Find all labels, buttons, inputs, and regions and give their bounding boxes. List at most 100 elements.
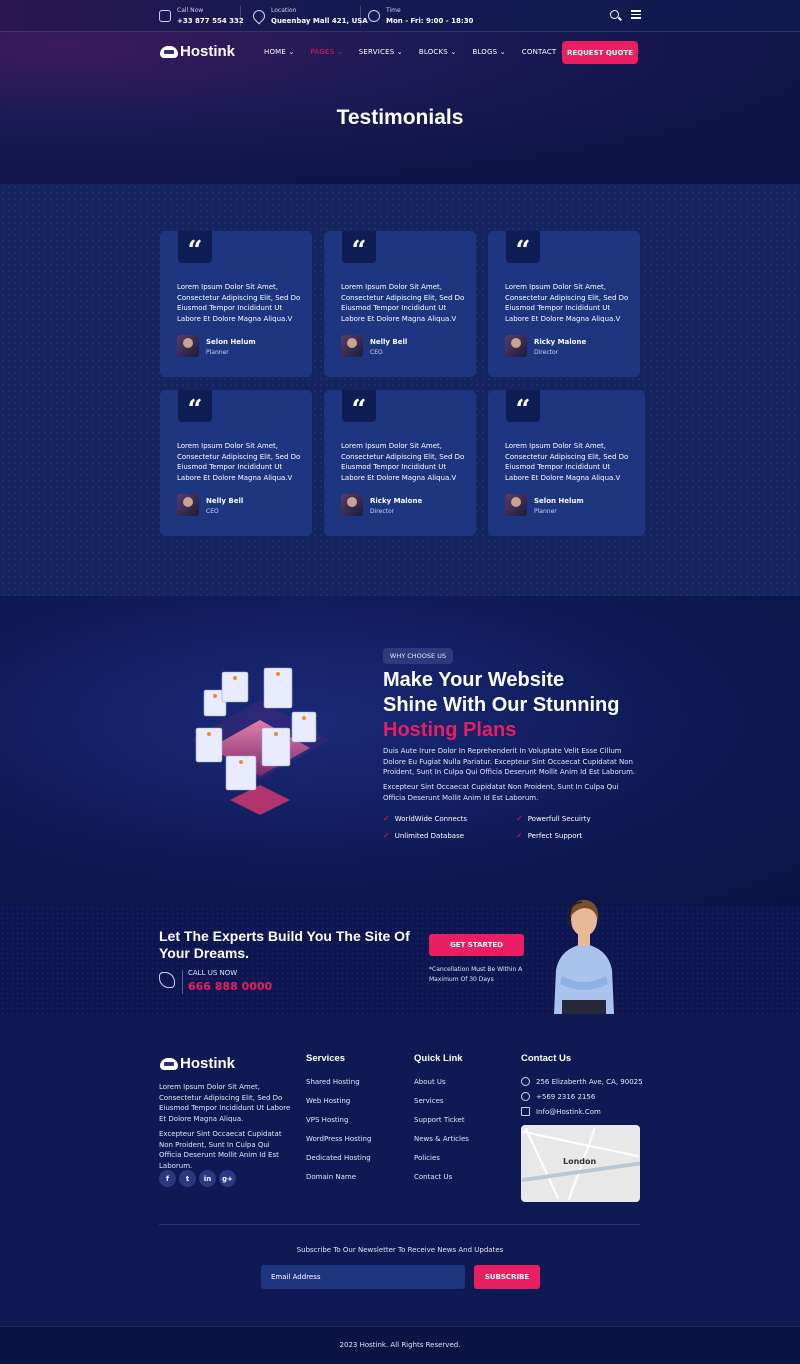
testimonial-card: “ Lorem Ipsum Dolor Sit Amet, Consectetu… [160, 231, 312, 377]
footer-link[interactable]: Dedicated Hosting [306, 1154, 371, 1162]
map-label: London [563, 1157, 597, 1166]
google-plus-icon[interactable]: g+ [219, 1170, 236, 1187]
feature-item: ✓ Unlimited Database [383, 831, 465, 840]
divider [159, 1224, 640, 1225]
divider [240, 6, 241, 26]
testimonial-text: Lorem Ipsum Dolor Sit Amet, Consectetur … [177, 442, 301, 482]
call-number[interactable]: 666 888 0000 [188, 980, 272, 993]
avatar [341, 335, 363, 357]
quote-icon: “ [178, 231, 212, 264]
person-role: Director [534, 349, 559, 356]
menu-icon[interactable] [631, 10, 641, 19]
person-role: Director [370, 508, 395, 515]
feature-item: ✓ Perfect Support [516, 831, 583, 840]
testimonial-text: Lorem Ipsum Dolor Sit Amet, Consectetur … [505, 283, 629, 323]
footer-link[interactable]: News & Articles [414, 1135, 469, 1143]
get-started-button[interactable]: GET STARTED [429, 934, 524, 956]
twitter-icon[interactable]: t [179, 1170, 196, 1187]
person-role: Planner [534, 508, 557, 515]
section-title: Make Your Website Shine With Our Stunnin… [383, 669, 620, 741]
newsletter-text: Subscribe To Our Newsletter To Receive N… [296, 1246, 504, 1254]
call-label: Call Now [177, 7, 204, 14]
quote-icon: “ [506, 390, 540, 423]
cta-title: Let The Experts Build You The Site Of Yo… [159, 928, 410, 961]
search-icon[interactable] [610, 10, 619, 19]
contact-email[interactable]: Info@Hostink.Com [521, 1107, 601, 1116]
person-name: Nelly Bell [206, 497, 244, 505]
footer-link[interactable]: Services [414, 1097, 444, 1105]
contact-address: 256 Elizaberth Ave, CA, 90025 [521, 1077, 643, 1086]
servers-illustration [190, 667, 330, 815]
section-badge: WHY CHOOSE US [383, 648, 453, 664]
testimonial-text: Lorem Ipsum Dolor Sit Amet, Consectetur … [341, 283, 465, 323]
phone-icon [159, 10, 171, 22]
nav-home[interactable]: HOME ⌄ [264, 48, 295, 56]
map[interactable]: London [521, 1125, 640, 1202]
cta-note: *Cancellation Must Be Within A Maximum O… [429, 966, 523, 983]
page-title: Testimonials [336, 106, 464, 129]
footer-link[interactable]: Shared Hosting [306, 1078, 360, 1086]
avatar [341, 494, 363, 516]
avatar [505, 494, 527, 516]
call-info: Call Now +33 877 554 332 [159, 6, 244, 26]
top-info-bar: Call Now +33 877 554 332 Location Queenb… [0, 0, 800, 32]
check-icon: ✓ [516, 814, 523, 823]
location-icon [250, 7, 268, 25]
testimonial-text: Lorem Ipsum Dolor Sit Amet, Consectetur … [341, 442, 465, 482]
check-icon: ✓ [383, 831, 390, 840]
nav-services[interactable]: SERVICES ⌄ [359, 48, 403, 56]
nav-pages[interactable]: PAGES ⌄ [311, 48, 343, 56]
services-heading: Services [306, 1053, 346, 1064]
nav-blogs[interactable]: BLOGS ⌄ [472, 48, 505, 56]
person-role: CEO [370, 349, 383, 356]
newsletter-email-input[interactable] [261, 1265, 465, 1289]
footer-link[interactable]: WordPress Hosting [306, 1135, 371, 1143]
quote-icon: “ [178, 390, 212, 423]
clock-icon [368, 10, 380, 22]
mail-icon [521, 1107, 530, 1116]
person-name: Ricky Malone [534, 338, 587, 346]
testimonial-card: “ Lorem Ipsum Dolor Sit Amet, Consectetu… [488, 390, 645, 536]
testimonial-text: Lorem Ipsum Dolor Sit Amet, Consectetur … [505, 442, 629, 482]
person-name: Ricky Malone [370, 497, 423, 505]
footer-about: Excepteur Sint Occaecat Cupidatat Non Pr… [159, 1130, 282, 1170]
person-name: Selon Helum [206, 338, 256, 346]
footer-link[interactable]: Domain Name [306, 1173, 356, 1181]
footer-about: Lorem Ipsum Dolor Sit Amet, Consectetur … [159, 1083, 291, 1123]
testimonial-card: “ Lorem Ipsum Dolor Sit Amet, Consectetu… [488, 231, 640, 377]
section-paragraph: Excepteur Sint Occaecat Cupidatat Non Pr… [383, 783, 619, 802]
logo-text: Hostink [180, 1055, 236, 1072]
location-label: Location [271, 7, 297, 14]
footer-link[interactable]: VPS Hosting [306, 1116, 348, 1124]
quick-link-heading: Quick Link [414, 1053, 463, 1064]
time-label: Time [386, 7, 401, 14]
footer-link[interactable]: About Us [414, 1078, 446, 1086]
call-label: CALL US NOW [188, 969, 238, 977]
divider [182, 970, 183, 994]
request-quote-button[interactable]: REQUEST QUOTE [562, 41, 638, 64]
nav-blocks[interactable]: BLOCKS ⌄ [419, 48, 457, 56]
avatar [505, 335, 527, 357]
call-value[interactable]: +33 877 554 332 [177, 16, 244, 26]
contact-phone[interactable]: +569 2316 2156 [521, 1092, 595, 1101]
logo[interactable]: Hostink [160, 43, 235, 60]
testimonial-text: Lorem Ipsum Dolor Sit Amet, Consectetur … [177, 283, 301, 323]
footer-logo[interactable]: Hostink [160, 1055, 235, 1072]
footer-link[interactable]: Support Ticket [414, 1116, 465, 1124]
phone-icon [521, 1092, 530, 1101]
person-name: Nelly Bell [370, 338, 408, 346]
footer-link[interactable]: Contact Us [414, 1173, 452, 1181]
linkedin-icon[interactable]: in [199, 1170, 216, 1187]
subscribe-button[interactable]: SUBSCRIBE [474, 1265, 540, 1289]
nav-contact[interactable]: CONTACT [522, 48, 557, 56]
feature-item: ✓ WorldWide Connects [383, 814, 468, 823]
copyright: 2023 Hostink. All Rights Reserved. [339, 1341, 461, 1349]
facebook-icon[interactable]: f [159, 1170, 176, 1187]
footer-link[interactable]: Policies [414, 1154, 440, 1162]
time-value: Mon - Fri: 9:00 - 18:30 [386, 17, 474, 25]
location-icon [521, 1077, 530, 1086]
time-info: Time Mon - Fri: 9:00 - 18:30 [368, 6, 473, 26]
footer-link[interactable]: Web Hosting [306, 1097, 350, 1105]
person-role: Planner [206, 349, 229, 356]
person-role: CEO [206, 508, 219, 515]
